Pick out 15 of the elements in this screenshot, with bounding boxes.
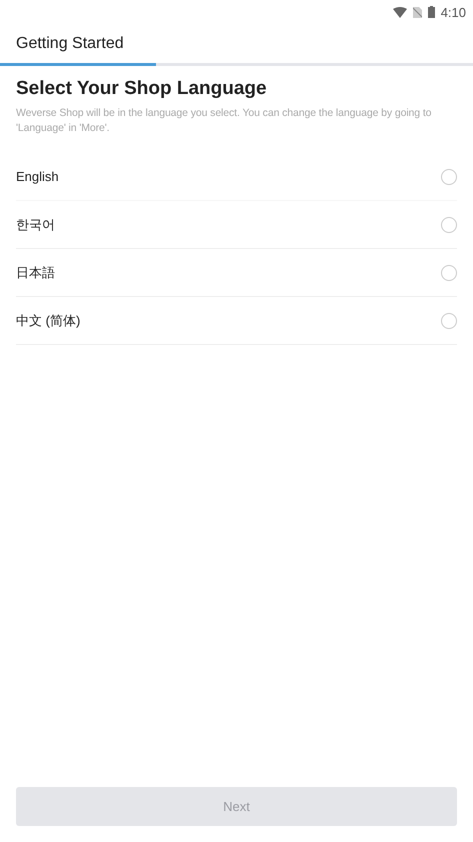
screen-title: Getting Started bbox=[16, 34, 124, 52]
page-heading: Select Your Shop Language bbox=[16, 78, 268, 100]
radio-button[interactable] bbox=[441, 264, 457, 280]
battery-icon bbox=[428, 6, 435, 18]
status-time: 4:10 bbox=[440, 4, 466, 20]
radio-button[interactable] bbox=[441, 216, 457, 232]
radio-button[interactable] bbox=[441, 168, 457, 184]
wifi-icon bbox=[392, 6, 407, 18]
language-option[interactable]: 日本語 bbox=[16, 249, 457, 297]
description-text: Weverse Shop will be in the language you select. You can change the language by going to 'Language' in 'More'. bbox=[16, 106, 432, 136]
radio-button[interactable] bbox=[441, 312, 457, 328]
no-sim-icon bbox=[412, 6, 422, 18]
language-option[interactable]: English bbox=[16, 153, 457, 201]
language-option[interactable]: 한국어 bbox=[16, 201, 457, 249]
language-option[interactable]: 中文 (简体) bbox=[16, 297, 457, 345]
